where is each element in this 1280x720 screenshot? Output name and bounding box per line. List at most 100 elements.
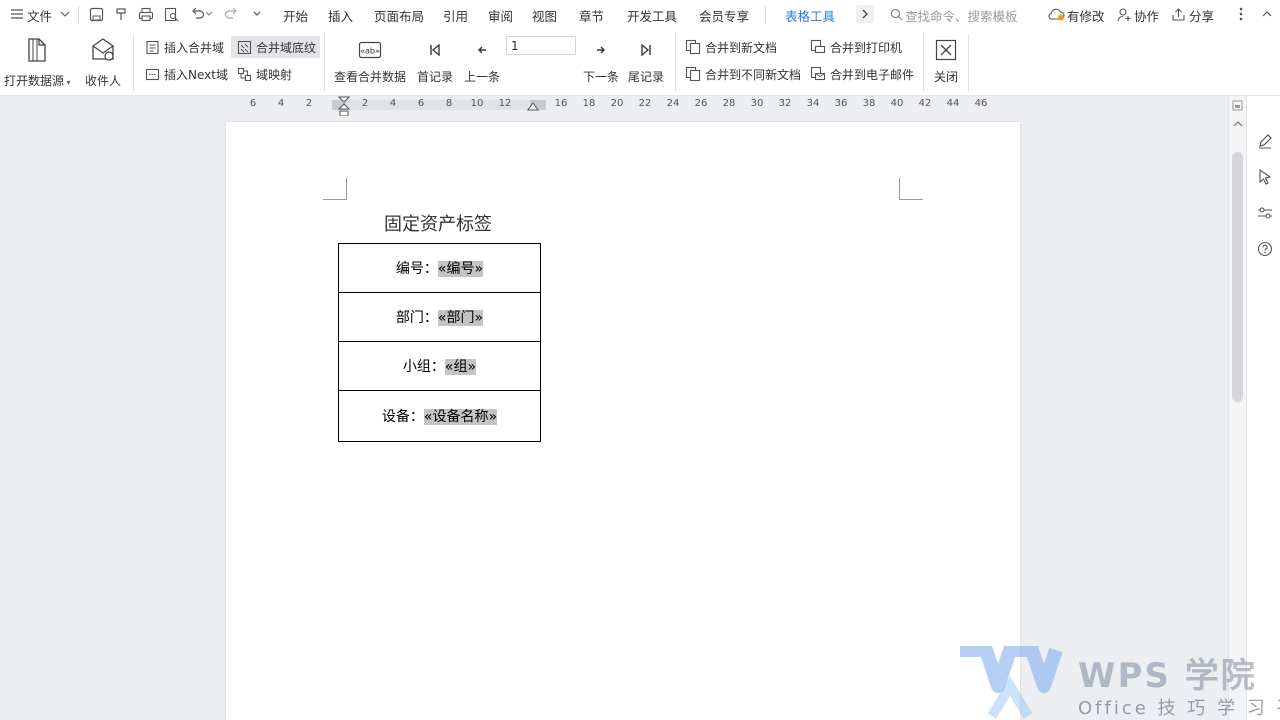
tab-member[interactable]: 会员专享 [699,6,749,25]
indent-marker-icon[interactable] [338,96,352,118]
ruler-tick-label: 2 [361,98,369,109]
watermark-brand: WPS 学院 [1078,656,1257,696]
ruler-tick-label: 4 [389,98,397,109]
horizontal-ruler[interactable]: 6 4 2 2 4 6 8 10 12 16 18 20 22 24 26 28 30 32 34 36 38 40 42 4… [0,96,1228,118]
ruler-tick-label: 2 [305,98,313,109]
collapse-ribbon-icon[interactable] [1258,5,1276,23]
table-cell[interactable]: 编号：«编号» [338,243,541,293]
field-mapping-button[interactable]: 域映射 [233,64,294,84]
insert-next-field-button[interactable]: 插入Next域 [141,64,230,84]
scrollbar-thumb[interactable] [1232,152,1243,402]
search-icon[interactable] [887,5,905,23]
document-page[interactable]: 固定资产标签 编号：«编号» 部门：«部门» 小组：«组» 设备：«设备名称» [226,122,1020,720]
previous-record-button[interactable]: 上一条 [464,36,500,85]
merge-to-email-button[interactable]: 合并到电子邮件 [809,64,914,84]
document-canvas[interactable]: 固定资产标签 编号：«编号» 部门：«部门» 小组：«组» 设备：«设备名称» [0,116,1228,720]
merge-printer-icon [809,38,827,56]
tab-page-layout[interactable]: 页面布局 [374,6,424,25]
recipients-button[interactable]: 收件人 [85,34,121,89]
table-row[interactable]: 小组：«组» [338,341,541,391]
row-label: 编号： [395,261,438,277]
tab-references[interactable]: 引用 [443,6,468,25]
share-icon[interactable] [1169,5,1187,23]
save-icon[interactable] [87,5,105,23]
open-data-source-button[interactable]: 打开数据源 ▾ [4,34,71,89]
merge-field-shading-button[interactable]: 合并域底纹 [231,36,321,58]
table-cell[interactable]: 小组：«组» [338,341,541,391]
file-menu[interactable]: 文件 [27,6,52,25]
tab-review[interactable]: 审阅 [488,6,513,25]
tab-view[interactable]: 视图 [532,6,557,25]
ruler-tick-label: 6 [417,98,425,109]
merge-printer-label: 合并到打印机 [830,40,903,55]
document-title[interactable]: 固定资产标签 [384,210,492,236]
crop-mark [899,178,923,200]
ruler-tick-label: 8 [445,98,453,109]
merge-diff-docs-icon [684,65,702,83]
close-mail-merge-button[interactable]: 关闭 [934,36,958,85]
print-preview-icon[interactable] [162,5,180,23]
merge-new-doc-icon [684,38,702,56]
customize-toolbar-icon[interactable] [248,5,266,23]
redo-icon[interactable] [222,5,240,23]
undo-dropdown-icon[interactable] [204,5,214,23]
table-cell[interactable]: 设备：«设备名称» [338,390,541,442]
merge-to-new-document-button[interactable]: 合并到新文档 [684,37,777,57]
format-painter-icon[interactable] [112,5,130,23]
scroll-up-icon[interactable] [1233,120,1243,128]
merge-field[interactable]: «设备名称» [423,409,498,425]
tab-table-tools[interactable]: 表格工具 [785,6,835,25]
right-indent-marker-icon[interactable] [527,102,539,112]
merge-to-different-docs-button[interactable]: 合并到不同新文档 [684,64,801,84]
vertical-scrollbar[interactable] [1228,96,1246,720]
last-record-button[interactable]: 尾记录 [628,36,664,85]
share-button[interactable]: 分享 [1189,6,1214,25]
tab-home[interactable]: 开始 [283,6,308,25]
merge-field[interactable]: «编号» [437,261,484,277]
table-cell[interactable]: 部门：«部门» [338,292,541,342]
field-mapping-label: 域映射 [256,67,293,82]
table-row[interactable]: 编号：«编号» [338,243,541,293]
tab-insert[interactable]: 插入 [328,6,353,25]
merge-field[interactable]: «部门» [437,310,484,326]
ruler-tick-label: 30 [750,98,764,109]
page-view-icon[interactable] [1232,100,1243,111]
close-icon [935,36,957,64]
modified-status[interactable]: 有修改 [1067,6,1105,25]
field-mapping-icon [235,65,253,83]
chevron-right-icon[interactable] [856,5,874,23]
asset-label-table[interactable]: 编号：«编号» 部门：«部门» 小组：«组» 设备：«设备名称» [338,243,541,442]
hamburger-menu-icon[interactable] [8,5,26,23]
pen-edit-icon[interactable] [1256,132,1274,150]
divider [78,6,79,24]
next-record-button[interactable]: 下一条 [583,36,619,85]
select-cursor-icon[interactable] [1256,168,1274,186]
record-number-input[interactable] [506,36,576,55]
watermark-subtitle: Office 技 巧 学 习 平 台 [1078,698,1280,719]
chevron-down-icon[interactable] [56,5,74,23]
collaborate-icon[interactable] [1115,5,1133,23]
help-icon[interactable] [1256,240,1274,258]
view-merged-data-button[interactable]: «ab» 查看合并数据 [334,36,406,85]
merge-field[interactable]: «组» [444,359,477,375]
more-options-icon[interactable] [1232,5,1250,23]
command-search-input[interactable]: 查找命令、搜索模板 [905,6,1018,25]
merge-new-doc-label: 合并到新文档 [705,40,778,55]
table-row[interactable]: 部门：«部门» [338,292,541,342]
view-merged-icon: «ab» [358,36,382,64]
ruler-tick-label: 38 [862,98,876,109]
divider [923,34,924,92]
close-label: 关闭 [934,70,959,84]
print-icon[interactable] [137,5,155,23]
tab-chapter[interactable]: 章节 [579,6,604,25]
first-record-button[interactable]: 首记录 [417,36,453,85]
ruler-tick-label: 10 [470,98,484,109]
tab-developer[interactable]: 开发工具 [627,6,677,25]
insert-merge-field-button[interactable]: 插入合并域 [141,37,226,57]
settings-sliders-icon[interactable] [1256,204,1274,222]
collaborate-button[interactable]: 协作 [1134,6,1159,25]
cloud-sync-icon [1047,5,1065,23]
arrow-right-icon [595,36,607,64]
merge-to-printer-button[interactable]: 合并到打印机 [809,37,902,57]
table-row[interactable]: 设备：«设备名称» [338,390,541,442]
